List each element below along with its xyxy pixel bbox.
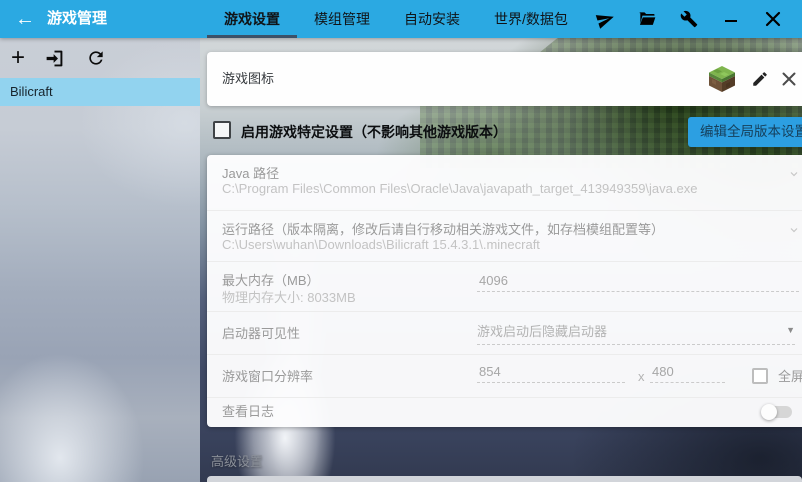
- back-button[interactable]: ←: [12, 6, 38, 32]
- title-bar: ← 游戏管理 游戏设置 模组管理 自动安装 世界/数据包: [0, 0, 802, 38]
- run-path-label: 运行路径（版本隔离，修改后请自行移动相关游戏文件，如存档模组配置等）: [222, 219, 664, 238]
- chevron-down-icon[interactable]: [788, 223, 800, 241]
- folder-icon[interactable]: [634, 6, 660, 32]
- minimize-icon[interactable]: [718, 6, 744, 32]
- run-path-row[interactable]: 运行路径（版本隔离，修改后请自行移动相关游戏文件，如存档模组配置等） C:\Us…: [207, 211, 802, 262]
- dropdown-arrow-icon: ▼: [786, 325, 795, 335]
- tab-mod-management[interactable]: 模组管理: [297, 0, 387, 38]
- resolution-width-input[interactable]: [477, 364, 625, 383]
- toggle-knob: [761, 404, 777, 420]
- launch-icon[interactable]: [592, 6, 618, 32]
- edit-pencil-icon[interactable]: [751, 70, 769, 88]
- specific-settings-checkbox[interactable]: [213, 121, 231, 139]
- game-icon-card: 游戏图标: [207, 52, 802, 106]
- grass-block-icon: [708, 65, 736, 93]
- view-log-label: 查看日志: [222, 398, 274, 426]
- launcher-visibility-label: 启动器可见性: [222, 312, 300, 355]
- resolution-row: 游戏窗口分辨率 x 全屏: [207, 355, 802, 398]
- physical-memory-label: 物理内存大小: 8033MB: [222, 287, 356, 306]
- advanced-settings-card: [207, 476, 802, 482]
- launcher-visibility-row: 启动器可见性 游戏启动后隐藏启动器 ▼: [207, 312, 802, 355]
- run-path-value: C:\Users\wuhan\Downloads\Bilicraft 15.4.…: [222, 237, 540, 252]
- specific-settings-row: 启用游戏特定设置（不影响其他游戏版本） 编辑全局版本设置: [207, 115, 802, 155]
- remove-x-icon[interactable]: [781, 71, 797, 87]
- launcher-visibility-value: 游戏启动后隐藏启动器: [477, 324, 607, 339]
- max-memory-row: 最大内存（MB） 物理内存大小: 8033MB: [207, 262, 802, 312]
- fullscreen-checkbox[interactable]: [752, 368, 768, 384]
- max-memory-input[interactable]: [477, 273, 799, 292]
- fullscreen-label: 全屏: [778, 355, 802, 398]
- resolution-height-input[interactable]: [650, 364, 725, 383]
- game-icon-label: 游戏图标: [222, 52, 274, 106]
- resolution-separator: x: [638, 355, 645, 398]
- java-path-label: Java 路径: [222, 163, 279, 182]
- view-log-row: 查看日志: [207, 398, 802, 426]
- advanced-settings-label: 高级设置: [211, 451, 263, 470]
- tab-bar: 游戏设置 模组管理 自动安装 世界/数据包: [207, 0, 585, 38]
- sidebar-item-bilicraft[interactable]: Bilicraft: [0, 78, 200, 106]
- titlebar-icons: [592, 0, 802, 38]
- close-icon[interactable]: [760, 6, 786, 32]
- view-log-toggle[interactable]: [764, 406, 792, 418]
- add-version-icon[interactable]: +: [7, 47, 29, 69]
- specific-settings-label: 启用游戏特定设置（不影响其他游戏版本）: [241, 122, 507, 142]
- java-path-row[interactable]: Java 路径 C:\Program Files\Common Files\Or…: [207, 155, 802, 211]
- tab-world-datapack[interactable]: 世界/数据包: [477, 0, 585, 38]
- import-version-icon[interactable]: [43, 47, 65, 69]
- resolution-label: 游戏窗口分辨率: [222, 355, 313, 398]
- edit-global-settings-button[interactable]: 编辑全局版本设置: [688, 117, 802, 147]
- java-path-value: C:\Program Files\Common Files\Oracle\Jav…: [222, 181, 697, 196]
- launcher-visibility-select[interactable]: 游戏启动后隐藏启动器 ▼: [477, 321, 795, 345]
- page-title: 游戏管理: [47, 0, 107, 38]
- tab-game-settings[interactable]: 游戏设置: [207, 0, 297, 38]
- settings-card: Java 路径 C:\Program Files\Common Files\Or…: [207, 155, 802, 427]
- chevron-down-icon[interactable]: [788, 167, 800, 185]
- launcher-window: ← 游戏管理 游戏设置 模组管理 自动安装 世界/数据包: [0, 0, 802, 482]
- sidebar-toolbar: +: [0, 38, 200, 78]
- refresh-icon[interactable]: [85, 47, 107, 69]
- tab-auto-install[interactable]: 自动安装: [387, 0, 477, 38]
- wrench-icon[interactable]: [676, 6, 702, 32]
